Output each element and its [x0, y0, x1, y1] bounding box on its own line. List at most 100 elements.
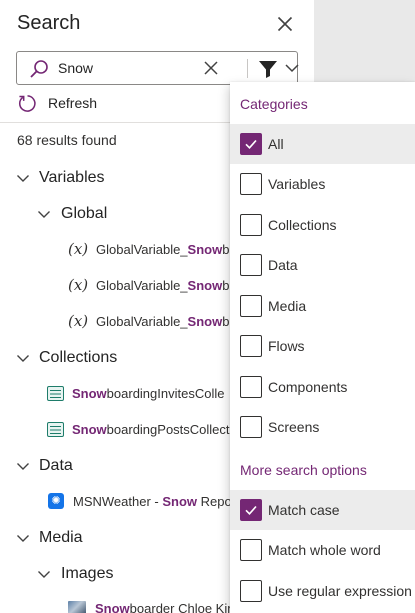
tree-group-collections[interactable]: Collections: [16, 346, 117, 370]
pane-title: Search: [17, 12, 81, 34]
category-collections[interactable]: Collections: [230, 205, 415, 245]
item-label: GlobalVariable_Snowb: [96, 314, 229, 329]
group-label: Global: [61, 205, 108, 222]
chevron-down-icon: [38, 571, 50, 578]
tree-item-collection[interactable]: SnowboardingPostsCollect: [47, 417, 230, 441]
category-label: Variables: [268, 176, 326, 192]
category-label: All: [268, 136, 284, 152]
category-media[interactable]: Media: [230, 286, 415, 326]
checkbox[interactable]: [240, 539, 262, 561]
tree-item-collection[interactable]: SnowboardingInvitesColle: [47, 381, 230, 405]
item-label: MSNWeather - Snow Repo: [73, 494, 230, 509]
search-icon: [30, 60, 48, 78]
category-label: Components: [268, 379, 348, 395]
match-highlight: Snow: [187, 241, 223, 257]
clear-icon[interactable]: [203, 60, 219, 76]
checkbox[interactable]: [240, 499, 262, 521]
checkbox[interactable]: [240, 335, 262, 357]
search-box: [16, 51, 299, 85]
tree-item-data-source[interactable]: ✺ MSNWeather - Snow Repo: [48, 489, 230, 513]
category-screens[interactable]: Screens: [230, 407, 415, 447]
item-label: SnowboardingPostsCollect: [72, 422, 230, 437]
categories-header: Categories: [240, 96, 308, 112]
close-icon: [277, 16, 293, 32]
chevron-down-icon[interactable]: [285, 61, 299, 75]
item-label: Snowboarder Chloe Kim with trop: [95, 601, 230, 613]
option-use-regular-expression[interactable]: Use regular expression: [230, 571, 415, 611]
label-text: GlobalVariable_: [96, 241, 188, 257]
tree-item-image[interactable]: Snowboarder Chloe Kim with trop: [68, 596, 230, 613]
tree-group-variables[interactable]: Variables: [16, 166, 105, 190]
checkbox[interactable]: [240, 173, 262, 195]
checkbox[interactable]: [240, 580, 262, 602]
variable-icon: (𝑥): [68, 276, 89, 294]
checkmark-icon: [245, 139, 257, 149]
option-label: Use regular expression: [268, 583, 412, 599]
option-match-whole-word[interactable]: Match whole word: [230, 530, 415, 570]
item-label: GlobalVariable_Snowb: [96, 278, 229, 293]
match-highlight: Snow: [72, 421, 107, 437]
tree-item-variable[interactable]: (𝑥) GlobalVariable_Snowb: [68, 309, 230, 333]
tree-item-variable[interactable]: (𝑥) GlobalVariable_Snowb: [68, 273, 230, 297]
close-button[interactable]: [274, 13, 296, 35]
variable-icon: (𝑥): [68, 240, 89, 258]
chevron-down-icon: [17, 175, 29, 182]
checkbox[interactable]: [240, 133, 262, 155]
option-label: Match whole word: [268, 542, 381, 558]
tree-group-global[interactable]: Global: [37, 202, 107, 226]
match-highlight: Snow: [162, 493, 198, 509]
refresh-label: Refresh: [48, 95, 98, 111]
image-thumbnail: [68, 601, 86, 613]
search-divider: [247, 59, 248, 78]
chevron-down-icon: [38, 211, 50, 218]
label-text: GlobalVariable_: [96, 313, 188, 329]
refresh-icon: [18, 94, 36, 112]
msn-weather-icon: ✺: [48, 493, 64, 509]
label-text: b: [222, 313, 230, 329]
group-label: Media: [39, 529, 83, 546]
category-label: Screens: [268, 419, 320, 435]
filter-icon[interactable]: [258, 59, 278, 79]
label-text: boarder Chloe Kim with trop: [129, 600, 230, 613]
chevron-down-icon: [17, 535, 29, 542]
label-text: MSNWeather -: [73, 493, 163, 509]
category-label: Flows: [268, 338, 305, 354]
item-label: GlobalVariable_Snowb: [96, 242, 229, 257]
match-highlight: Snow: [187, 277, 223, 293]
checkbox[interactable]: [240, 254, 262, 276]
checkbox[interactable]: [240, 416, 262, 438]
label-text: Repo: [197, 493, 230, 509]
option-match-case[interactable]: Match case: [230, 490, 415, 530]
category-label: Media: [268, 298, 307, 314]
variable-icon: (𝑥): [68, 312, 89, 330]
search-input[interactable]: [58, 58, 208, 78]
group-label: Data: [39, 457, 73, 474]
collection-icon: [47, 421, 64, 437]
category-variables[interactable]: Variables: [230, 164, 415, 204]
group-label: Variables: [39, 169, 105, 186]
category-all[interactable]: All: [230, 124, 415, 164]
label-text: boardingPostsCollect: [106, 421, 230, 437]
checkbox[interactable]: [240, 295, 262, 317]
category-data[interactable]: Data: [230, 245, 415, 285]
category-label: Data: [268, 257, 298, 273]
tree-item-variable[interactable]: (𝑥) GlobalVariable_Snowb: [68, 237, 230, 261]
option-label: Match case: [268, 502, 340, 518]
tree-group-media[interactable]: Media: [16, 526, 83, 550]
category-components[interactable]: Components: [230, 367, 415, 407]
checkbox[interactable]: [240, 376, 262, 398]
category-flows[interactable]: Flows: [230, 326, 415, 366]
checkbox[interactable]: [240, 214, 262, 236]
tree-group-images[interactable]: Images: [37, 562, 113, 586]
label-text: boardingInvitesColle: [106, 385, 225, 401]
label-text: b: [222, 277, 230, 293]
filter-dropdown: Categories All Variables Collections Dat…: [230, 82, 415, 613]
chevron-down-icon: [17, 463, 29, 470]
tree-group-data[interactable]: Data: [16, 454, 73, 478]
label-text: b: [222, 241, 230, 257]
chevron-down-icon: [17, 355, 29, 362]
results-count: 68 results found: [17, 132, 117, 148]
category-label: Collections: [268, 217, 337, 233]
refresh-button[interactable]: Refresh: [18, 92, 97, 114]
match-highlight: Snow: [187, 313, 223, 329]
